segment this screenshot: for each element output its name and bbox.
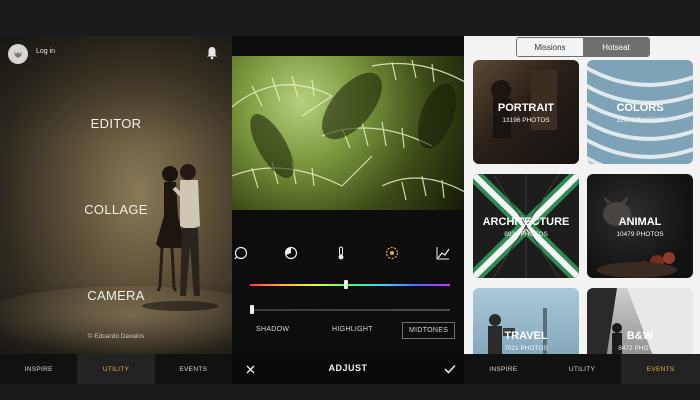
vignette-icon[interactable] <box>234 246 248 260</box>
tab-utility[interactable]: UTILITY <box>543 354 622 384</box>
tool-row <box>232 246 464 266</box>
hue-slider[interactable] <box>250 284 450 286</box>
avatar[interactable] <box>8 44 28 64</box>
bell-icon[interactable] <box>206 46 218 60</box>
photo-preview <box>232 56 464 210</box>
user-icon <box>14 51 22 58</box>
tile-count: 12877 PHOTOS <box>616 117 664 124</box>
shadow-option[interactable]: SHADOW <box>256 326 289 333</box>
couple-silhouette <box>142 164 218 311</box>
home-screen: Log in EDITOR COLLAGE CAMERA © Eduardo D… <box>0 36 232 384</box>
category-portrait[interactable]: PORTRAIT 13196 PHOTOS <box>473 60 579 164</box>
hue-slider-knob[interactable] <box>344 280 348 289</box>
tile-title: ANIMAL <box>618 216 662 228</box>
curve-icon[interactable] <box>436 246 450 260</box>
category-architecture[interactable]: ARCHITECTURE 8938 PHOTOS <box>473 174 579 278</box>
tile-title: COLORS <box>616 102 664 114</box>
adjust-title: ADJUST <box>328 363 368 373</box>
tile-title: ARCHITECTURE <box>482 216 570 228</box>
hotseat-screen: Missions Hotseat PORTRAIT 13196 PHOTOS C… <box>464 36 700 384</box>
check-icon[interactable] <box>444 364 456 374</box>
tab-bar: INSPIRE UTILITY EVENTS <box>464 354 700 384</box>
adjust-screen: SHADOW HIGHLIGHT MIDTONES ADJUST <box>232 36 464 384</box>
tab-inspire[interactable]: INSPIRE <box>464 354 543 384</box>
tab-inspire[interactable]: INSPIRE <box>0 354 77 384</box>
editor-link[interactable]: EDITOR <box>0 116 232 131</box>
tone-range-selector: SHADOW HIGHLIGHT MIDTONES <box>232 322 464 346</box>
tile-count: 13196 PHOTOS <box>502 117 550 124</box>
photo-credit: © Eduardo Davalos <box>87 333 145 340</box>
tile-count: 8472 PHOTOS <box>618 345 662 352</box>
tile-count: 8938 PHOTOS <box>504 231 548 238</box>
hsl-icon[interactable] <box>385 246 399 260</box>
tile-title: TRAVEL <box>504 330 548 342</box>
segment-missions[interactable]: Missions <box>517 38 583 56</box>
segment-control: Missions Hotseat <box>516 37 650 57</box>
tile-count: 7021 PHOTOS <box>504 345 548 352</box>
tab-utility[interactable]: UTILITY <box>77 354 155 384</box>
highlight-option[interactable]: HIGHLIGHT <box>332 326 373 333</box>
temperature-icon[interactable] <box>335 246 347 260</box>
tab-events[interactable]: EVENTS <box>621 354 700 384</box>
login-link[interactable]: Log in <box>36 48 55 55</box>
adjust-bar: ADJUST <box>232 354 464 384</box>
bottom-band <box>0 384 700 400</box>
app-screens: Log in EDITOR COLLAGE CAMERA © Eduardo D… <box>0 0 700 400</box>
tab-events[interactable]: EVENTS <box>155 354 232 384</box>
category-colors[interactable]: COLORS 12877 PHOTOS <box>587 60 693 164</box>
tile-count: 10479 PHOTOS <box>616 231 664 238</box>
midtones-option[interactable]: MIDTONES <box>402 322 456 339</box>
category-animal[interactable]: ANIMAL 10479 PHOTOS <box>587 174 693 278</box>
tile-title: B&W <box>626 330 654 342</box>
saturation-slider[interactable] <box>250 309 450 311</box>
saturation-slider-knob[interactable] <box>250 305 254 314</box>
top-band <box>0 0 700 36</box>
tile-title: PORTRAIT <box>497 102 555 114</box>
tone-icon[interactable] <box>284 246 298 260</box>
segment-hotseat[interactable]: Hotseat <box>583 38 649 56</box>
leaf-image <box>232 59 464 201</box>
tab-bar: INSPIRE UTILITY EVENTS <box>0 354 232 384</box>
